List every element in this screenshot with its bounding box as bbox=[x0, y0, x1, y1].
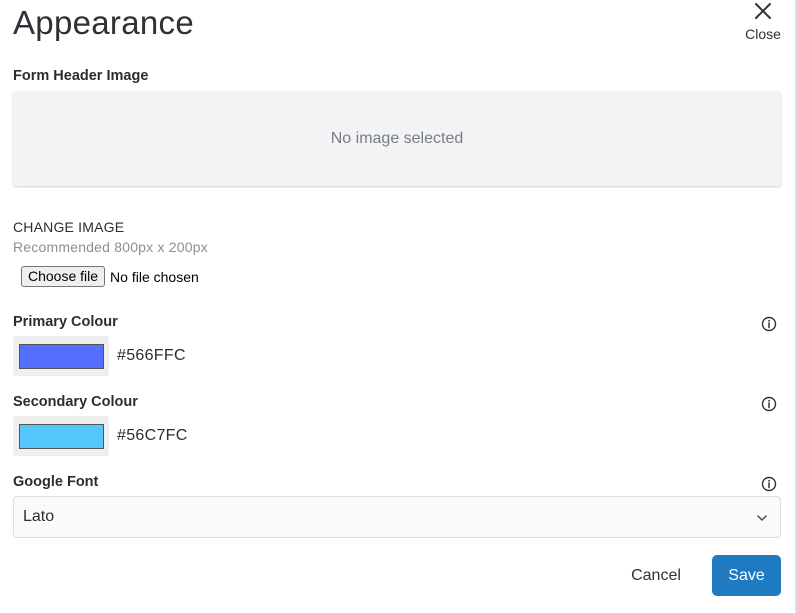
header-image-preview: No image selected bbox=[13, 91, 781, 186]
file-input: Choose file No file chosen bbox=[21, 266, 199, 287]
secondary-colour-label: Secondary Colour bbox=[13, 394, 138, 410]
google-font-label: Google Font bbox=[13, 474, 99, 490]
primary-colour-label: Primary Colour bbox=[13, 314, 118, 330]
info-circle-icon[interactable] bbox=[761, 476, 777, 492]
primary-colour-swatch bbox=[18, 343, 104, 369]
choose-file-button[interactable]: Choose file bbox=[21, 266, 106, 287]
primary-colour-picker[interactable] bbox=[13, 336, 109, 376]
primary-colour-hex: #566FFC bbox=[117, 347, 186, 364]
change-image-label: CHANGE IMAGE bbox=[13, 219, 125, 235]
secondary-colour-swatch bbox=[18, 423, 104, 449]
recommended-size-hint: Recommended 800px x 200px bbox=[13, 239, 208, 255]
header-image-label: Form Header Image bbox=[13, 68, 149, 84]
close-x-icon bbox=[742, 2, 784, 20]
chevron-down-icon bbox=[756, 511, 768, 529]
page-title: Appearance bbox=[13, 4, 194, 41]
google-font-select[interactable]: Lato bbox=[13, 496, 781, 538]
close-button[interactable]: Close bbox=[742, 2, 784, 44]
save-button[interactable]: Save bbox=[712, 555, 781, 596]
cancel-button[interactable]: Cancel bbox=[620, 556, 692, 596]
info-circle-icon[interactable] bbox=[761, 316, 777, 332]
no-image-text: No image selected bbox=[330, 129, 464, 147]
close-label: Close bbox=[745, 26, 781, 42]
file-status: No file chosen bbox=[110, 268, 199, 285]
google-font-selected-value: Lato bbox=[23, 508, 55, 525]
secondary-colour-picker[interactable] bbox=[13, 416, 109, 456]
secondary-colour-hex: #56C7FC bbox=[117, 427, 188, 444]
info-circle-icon[interactable] bbox=[761, 396, 777, 412]
